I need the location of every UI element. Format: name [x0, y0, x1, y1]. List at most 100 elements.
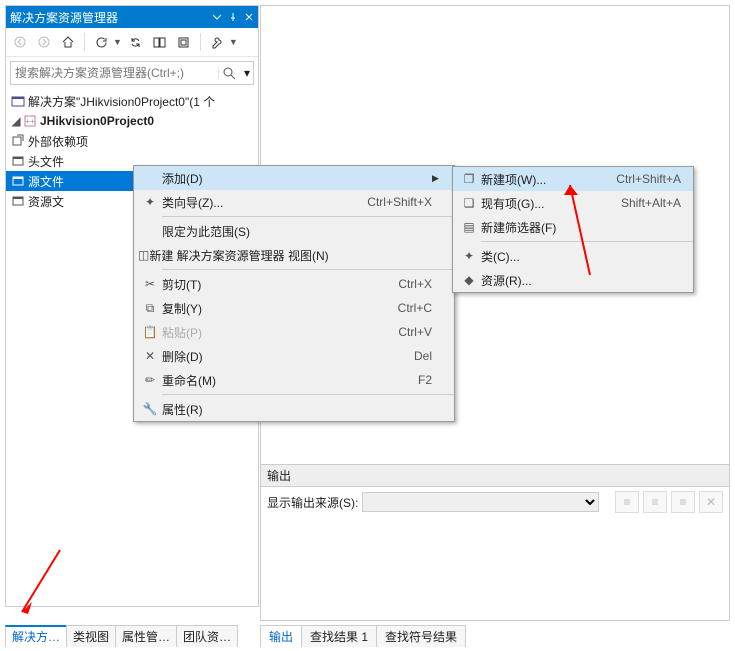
delete-icon: ✕ — [138, 349, 162, 363]
menu-shortcut: F2 — [352, 373, 432, 387]
tab-find-results-1[interactable]: 查找结果 1 — [301, 625, 377, 647]
menu-class-wizard[interactable]: ✦ 类向导(Z)... Ctrl+Shift+X — [134, 190, 454, 214]
menu-label: 资源(R)... — [481, 272, 601, 289]
menu-label: 复制(Y) — [162, 300, 352, 317]
menu-label: 新建 解决方案资源管理器 视图(N) — [149, 247, 358, 264]
output-btn-1[interactable]: ≡ — [615, 491, 639, 513]
wrench-icon: 🔧 — [138, 402, 162, 416]
menu-new-filter[interactable]: ▤ 新建筛选器(F) — [453, 215, 693, 239]
dropdown-icon[interactable] — [212, 12, 222, 22]
folder-icon — [10, 153, 26, 169]
tab-class-view[interactable]: 类视图 — [66, 625, 116, 647]
menu-label: 重命名(M) — [162, 372, 352, 389]
folder-icon — [10, 173, 26, 189]
filter-icon: ▤ — [457, 220, 481, 234]
svg-text:++: ++ — [25, 117, 35, 126]
window-icon: ◫ — [138, 248, 149, 262]
collapse-icon[interactable] — [150, 32, 170, 52]
menu-label: 新建筛选器(F) — [481, 219, 601, 236]
menu-shortcut: Shift+Alt+A — [601, 196, 681, 210]
tree-label: 头文件 — [28, 153, 64, 170]
menu-shortcut: Ctrl+Shift+X — [352, 195, 432, 209]
back-icon[interactable] — [10, 32, 30, 52]
menu-shortcut: Del — [352, 349, 432, 363]
wizard-icon: ✦ — [138, 195, 162, 209]
tab-team-explorer[interactable]: 团队资… — [176, 625, 238, 647]
close-icon[interactable] — [244, 12, 254, 22]
menu-paste: 📋 粘贴(P) Ctrl+V — [134, 320, 454, 344]
menu-new-item[interactable]: ❐ 新建项(W)... Ctrl+Shift+A — [453, 167, 693, 191]
menu-rename[interactable]: ✏ 重命名(M) F2 — [134, 368, 454, 392]
output-source-label: 显示输出来源(S): — [267, 494, 358, 511]
panel-title-bar: 解决方案资源管理器 — [6, 6, 258, 28]
tree-external-deps[interactable]: 外部依赖项 — [6, 131, 258, 151]
expand-icon[interactable]: ◢ — [10, 114, 22, 128]
tree-project-node[interactable]: ◢ ++ JHikvision0Project0 — [6, 111, 258, 131]
menu-scope[interactable]: 限定为此范围(S) — [134, 219, 454, 243]
menu-new-view[interactable]: ◫ 新建 解决方案资源管理器 视图(N) — [134, 243, 454, 267]
rename-icon: ✏ — [138, 373, 162, 387]
search-box[interactable]: ▾ — [10, 61, 254, 85]
forward-icon[interactable] — [34, 32, 54, 52]
tree-label: 外部依赖项 — [28, 133, 88, 150]
add-submenu: ❐ 新建项(W)... Ctrl+Shift+A ❏ 现有项(G)... Shi… — [452, 166, 694, 293]
chevron-down-icon[interactable]: ▼ — [113, 37, 122, 47]
submenu-arrow-icon: ▶ — [432, 173, 442, 184]
menu-resource[interactable]: ◆ 资源(R)... — [453, 268, 693, 292]
project-icon: ++ — [22, 113, 38, 129]
new-item-icon: ❐ — [457, 172, 481, 186]
menu-label: 删除(D) — [162, 348, 352, 365]
tab-output[interactable]: 输出 — [260, 625, 302, 647]
resource-icon: ◆ — [457, 273, 481, 287]
menu-label: 类(C)... — [481, 248, 601, 265]
tab-solution-explorer[interactable]: 解决方… — [5, 625, 67, 647]
menu-add[interactable]: 添加(D) ▶ — [134, 166, 454, 190]
output-btn-2[interactable]: ≡ — [643, 491, 667, 513]
output-btn-4[interactable]: ✕ — [699, 491, 723, 513]
menu-properties[interactable]: 🔧 属性(R) — [134, 397, 454, 421]
output-btn-3[interactable]: ≡ — [671, 491, 695, 513]
folder-icon — [10, 193, 26, 209]
chevron-down-icon[interactable]: ▼ — [229, 37, 238, 47]
pin-icon[interactable] — [228, 12, 238, 22]
menu-label: 粘贴(P) — [162, 324, 352, 341]
copy-icon: ⧉ — [138, 301, 162, 316]
search-icon[interactable] — [218, 67, 241, 80]
showall-icon[interactable] — [174, 32, 194, 52]
tree-label: JHikvision0Project0 — [40, 114, 154, 128]
menu-existing-item[interactable]: ❏ 现有项(G)... Shift+Alt+A — [453, 191, 693, 215]
output-panel: 输出 显示输出来源(S): ≡ ≡ ≡ ✕ — [261, 464, 729, 620]
properties-icon[interactable] — [207, 32, 227, 52]
tree-label: 资源文 — [28, 193, 64, 210]
tree-solution-node[interactable]: 解决方案"JHikvision0Project0"(1 个 — [6, 91, 258, 111]
panel-toolbar: ▼ ▼ — [6, 28, 258, 57]
sync-icon[interactable] — [126, 32, 146, 52]
cut-icon: ✂ — [138, 277, 162, 291]
search-input[interactable] — [11, 66, 218, 80]
menu-label: 添加(D) — [162, 170, 352, 187]
menu-label: 新建项(W)... — [481, 171, 601, 188]
refresh-icon[interactable] — [91, 32, 111, 52]
menu-shortcut: Ctrl+Shift+A — [601, 172, 681, 186]
tab-find-symbol-results[interactable]: 查找符号结果 — [376, 625, 466, 647]
menu-label: 现有项(G)... — [481, 195, 601, 212]
menu-label: 类向导(Z)... — [162, 194, 352, 211]
output-source-select[interactable] — [362, 492, 599, 512]
panel-title: 解决方案资源管理器 — [10, 9, 212, 26]
menu-copy[interactable]: ⧉ 复制(Y) Ctrl+C — [134, 296, 454, 320]
paste-icon: 📋 — [138, 325, 162, 339]
context-menu: 添加(D) ▶ ✦ 类向导(Z)... Ctrl+Shift+X 限定为此范围(… — [133, 165, 455, 422]
menu-cut[interactable]: ✂ 剪切(T) Ctrl+X — [134, 272, 454, 296]
output-tabs: 输出 查找结果 1 查找符号结果 — [260, 625, 465, 647]
menu-label: 属性(R) — [162, 401, 352, 418]
menu-class[interactable]: ✦ 类(C)... — [453, 244, 693, 268]
solution-icon — [10, 93, 26, 109]
home-icon[interactable] — [58, 32, 78, 52]
menu-label: 剪切(T) — [162, 276, 352, 293]
left-bottom-tabs: 解决方… 类视图 属性管… 团队资… — [5, 625, 237, 647]
menu-shortcut: Ctrl+X — [352, 277, 432, 291]
menu-delete[interactable]: ✕ 删除(D) Del — [134, 344, 454, 368]
menu-shortcut: Ctrl+V — [352, 325, 432, 339]
tab-property-manager[interactable]: 属性管… — [115, 625, 177, 647]
chevron-down-icon[interactable]: ▾ — [241, 66, 253, 80]
